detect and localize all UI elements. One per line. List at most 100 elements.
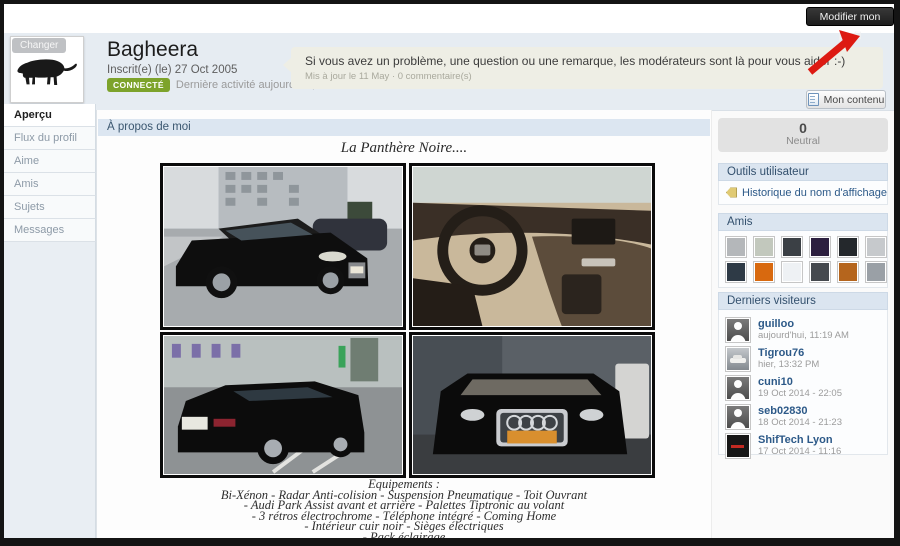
visitor-row: ShifTech Lyon 17 Oct 2014 - 11:16 — [725, 431, 881, 460]
my-content-label: Mon contenu — [823, 93, 885, 106]
join-date-text: Inscrit(e) (le) 27 Oct 2005 — [107, 64, 238, 76]
tool-link-row[interactable]: Historique du nom d'affichage — [719, 187, 887, 199]
visitor-visit-date: 18 Oct 2014 - 21:23 — [758, 417, 842, 428]
visitor-row: seb02830 18 Oct 2014 - 21:23 — [725, 402, 881, 431]
about-me-header: À propos de moi — [98, 119, 710, 136]
visitor-avatar[interactable] — [725, 374, 751, 401]
friend-avatar-image — [839, 238, 857, 256]
visitor-avatar[interactable] — [725, 432, 751, 459]
sidebar-nav-label: Amis — [14, 178, 39, 190]
friend-avatar-image — [839, 263, 857, 281]
friend-avatar-image — [783, 238, 801, 256]
user-tools-body: Historique du nom d'affichage — [718, 181, 888, 205]
friends-header: Amis — [718, 213, 888, 231]
friends-body — [718, 231, 888, 288]
intro-text: La Panthère Noire.... — [340, 140, 468, 156]
sidebar-nav-item[interactable]: Flux du profil — [4, 127, 96, 150]
sidebar-nav-label: Messages — [14, 224, 65, 236]
visitor-name-link[interactable]: cuni10 — [758, 376, 842, 388]
sidebar-nav-label: Aime — [14, 155, 40, 167]
visitor-visit-date: 17 Oct 2014 - 11:16 — [758, 446, 842, 457]
equipment-lines: Bi-Xénon - Radar Anti-colision - Suspens… — [96, 489, 712, 543]
visitor-info: cuni10 19 Oct 2014 - 22:05 — [758, 376, 842, 399]
friend-avatar[interactable] — [865, 261, 887, 283]
sidebar-nav-item[interactable]: Sujets — [4, 196, 96, 219]
friend-avatar-image — [867, 263, 885, 281]
friend-avatar-image — [727, 238, 745, 256]
notice-message: Si vous avez un problème, une question o… — [305, 54, 846, 68]
friend-avatar[interactable] — [781, 261, 803, 283]
top-strip — [4, 4, 894, 34]
friend-avatar-image — [755, 263, 773, 281]
friend-avatar[interactable] — [809, 236, 831, 258]
sidebar-nav-label: Aperçu — [14, 109, 52, 121]
sidebar-nav-item[interactable]: Amis — [4, 173, 96, 196]
sidebar-nav-item[interactable]: Aperçu — [4, 104, 96, 127]
visitor-visit-date: 19 Oct 2014 - 22:05 — [758, 388, 842, 399]
friend-avatar[interactable] — [809, 261, 831, 283]
visitor-avatar[interactable] — [725, 316, 751, 343]
screenshot-border-left — [0, 0, 4, 546]
visitor-name-link[interactable]: Tigrou76 — [758, 347, 819, 359]
screenshot-border-right — [894, 0, 900, 546]
audi-front-quarter-photo[interactable] — [160, 163, 406, 330]
recent-visitors-body: guilloo aujourd'hui, 11:19 AM Tigrou76 h… — [718, 310, 888, 459]
friend-avatar[interactable] — [865, 236, 887, 258]
audi-interior-image — [413, 167, 651, 326]
friend-avatar[interactable] — [753, 236, 775, 258]
visitor-visit-date: hier, 13:32 PM — [758, 359, 820, 370]
visitor-row: Tigrou76 hier, 13:32 PM — [725, 344, 881, 373]
car-photo-grid — [160, 163, 655, 478]
audi-front-grille-image — [413, 336, 651, 474]
reputation-label: Neutral — [786, 135, 820, 147]
sidebar-nav-item[interactable]: Messages — [4, 219, 96, 242]
visitor-avatar[interactable] — [725, 345, 751, 372]
visitor-info: seb02830 18 Oct 2014 - 21:23 — [758, 405, 842, 428]
friend-avatar-image — [727, 263, 745, 281]
audi-interior-dashboard-photo[interactable] — [409, 163, 655, 330]
sidebar-nav-item[interactable]: Aime — [4, 150, 96, 173]
equipment-list: Equipements : Bi-Xénon - Radar Anti-coli… — [96, 478, 712, 543]
visitor-info: Tigrou76 hier, 13:32 PM — [758, 347, 819, 370]
visitor-visit-date: aujourd'hui, 11:19 AM — [758, 330, 849, 341]
friend-avatar[interactable] — [725, 236, 747, 258]
online-status-badge: CONNECTÉ — [107, 78, 170, 92]
friend-avatar-image — [755, 238, 773, 256]
screenshot-border-bottom — [0, 538, 900, 546]
forum-profile-page: Modifier mon profil Changer Bagheera Ins… — [0, 0, 900, 546]
friend-avatar[interactable] — [753, 261, 775, 283]
username-heading: Bagheera — [107, 38, 199, 61]
document-icon — [807, 93, 819, 106]
audi-front-grille-photo[interactable] — [409, 332, 655, 478]
user-tools-header: Outils utilisateur — [718, 163, 888, 181]
notice-meta: Mis à jour le 11 May · 0 commentaire(s) — [305, 71, 472, 82]
panther-icon — [17, 58, 77, 85]
reputation-value: 0 — [799, 120, 807, 136]
recent-visitors-header: Derniers visiteurs — [718, 292, 888, 310]
friend-avatar[interactable] — [781, 236, 803, 258]
visitor-avatar[interactable] — [725, 403, 751, 430]
visitor-name-link[interactable]: ShifTech Lyon — [758, 434, 841, 446]
visitor-name-link[interactable]: seb02830 — [758, 405, 842, 417]
sidebar-nav-label: Sujets — [14, 201, 45, 213]
change-avatar-overlay[interactable]: Changer — [12, 38, 67, 53]
display-name-history-link[interactable]: Historique du nom d'affichage — [742, 187, 887, 199]
audi-rear-quarter-photo[interactable] — [160, 332, 406, 478]
friend-avatar-image — [811, 238, 829, 256]
friends-grid — [719, 231, 887, 283]
visitor-row: cuni10 19 Oct 2014 - 22:05 — [725, 373, 881, 402]
reputation-box: 0 Neutral — [718, 118, 888, 152]
friend-avatar-image — [783, 263, 801, 281]
audi-front-quarter-image — [164, 167, 402, 326]
audi-rear-quarter-image — [164, 336, 402, 474]
screenshot-border-top — [0, 0, 900, 4]
friend-avatar[interactable] — [725, 261, 747, 283]
visitor-name-link[interactable]: guilloo — [758, 318, 849, 330]
friend-avatar-image — [811, 263, 829, 281]
visitor-info: guilloo aujourd'hui, 11:19 AM — [758, 318, 849, 341]
friend-avatar[interactable] — [837, 261, 859, 283]
my-content-button[interactable]: Mon contenu — [806, 90, 886, 109]
friend-avatar[interactable] — [837, 236, 859, 258]
visitor-row: guilloo aujourd'hui, 11:19 AM — [725, 315, 881, 344]
edit-profile-button[interactable]: Modifier mon profil — [806, 7, 894, 42]
